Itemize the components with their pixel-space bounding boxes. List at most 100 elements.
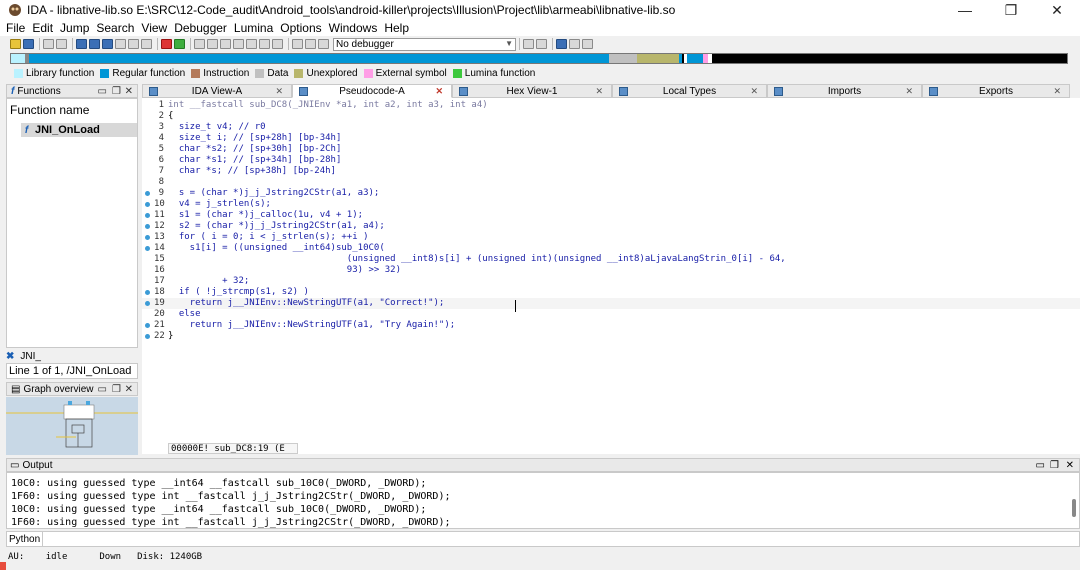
- text-icon[interactable]: [141, 39, 152, 49]
- output-scrollbar[interactable]: [1072, 499, 1076, 517]
- menu-view[interactable]: View: [141, 21, 167, 35]
- tab-close-icon[interactable]: ✕: [750, 86, 758, 97]
- jump-icon[interactable]: [128, 39, 139, 49]
- code-line[interactable]: 6 char *s1; // [sp+34h] [bp-28h]: [142, 155, 1080, 166]
- back-arrow-icon[interactable]: [43, 39, 54, 49]
- play-icon[interactable]: [292, 39, 303, 49]
- debugger-select[interactable]: No debugger ▼: [333, 37, 516, 51]
- close-icon[interactable]: ✕: [125, 86, 133, 97]
- xref-icon[interactable]: [220, 39, 231, 49]
- maximize-button[interactable]: ❐: [988, 0, 1034, 20]
- tab-close-icon[interactable]: ✕: [905, 86, 913, 97]
- stop-icon[interactable]: [318, 39, 329, 49]
- breakpoint-dot[interactable]: [145, 323, 150, 328]
- pause-icon[interactable]: [305, 39, 316, 49]
- python-button[interactable]: Python: [7, 532, 43, 546]
- print-icon[interactable]: [115, 39, 126, 49]
- menu-lumina[interactable]: Lumina: [234, 21, 273, 35]
- pseudocode-view[interactable]: 1 int __fastcall sub_DC8(_JNIEnv *a1, int…: [142, 98, 1080, 454]
- restore-icon[interactable]: ❐: [112, 384, 121, 395]
- binoculars-icon[interactable]: [76, 39, 87, 49]
- menu-options[interactable]: Options: [280, 21, 321, 35]
- menu-file[interactable]: File: [6, 21, 25, 35]
- list-icon[interactable]: [556, 39, 567, 49]
- menu-edit[interactable]: Edit: [32, 21, 53, 35]
- breakpoint-dot[interactable]: [145, 334, 150, 339]
- breakpoint-icon[interactable]: [161, 39, 172, 49]
- code-line[interactable]: 14 s1[i] = ((unsigned __int64)sub_10C0(: [142, 243, 1080, 254]
- menu-debugger[interactable]: Debugger: [174, 21, 227, 35]
- code-line[interactable]: 20 else: [142, 309, 1080, 320]
- tab-ida-view-a[interactable]: IDA View-A ✕: [142, 84, 292, 98]
- tab-close-icon[interactable]: ✕: [275, 86, 283, 97]
- code-line[interactable]: 12 s2 = (char *)j_j_Jstring2CStr(a1, a4)…: [142, 221, 1080, 232]
- code-line[interactable]: 3 size_t v4; // r0: [142, 122, 1080, 133]
- graph-overview[interactable]: [6, 397, 138, 455]
- struct-icon[interactable]: [259, 39, 270, 49]
- menu-help[interactable]: Help: [384, 21, 409, 35]
- save-icon[interactable]: [23, 39, 34, 49]
- code-line[interactable]: 4 size_t i; // [sp+28h] [bp-34h]: [142, 133, 1080, 144]
- open-file-icon[interactable]: [10, 39, 21, 49]
- float-icon[interactable]: ▭: [1036, 460, 1045, 471]
- code-line[interactable]: 15 (unsigned __int8)s[i] + (unsigned int…: [142, 254, 1080, 265]
- enum-icon[interactable]: [272, 39, 283, 49]
- tab-close-icon[interactable]: ✕: [1053, 86, 1061, 97]
- function-filter[interactable]: ✖ JNI_: [6, 350, 138, 362]
- breakpoint-dot[interactable]: [145, 290, 150, 295]
- close-icon[interactable]: ✕: [125, 384, 133, 395]
- code-line[interactable]: 1 int __fastcall sub_DC8(_JNIEnv *a1, int…: [142, 100, 1080, 111]
- float-icon[interactable]: ▭: [98, 384, 107, 395]
- float-icon[interactable]: ▭: [98, 86, 107, 97]
- code-line[interactable]: 18 if ( !j_strcmp(s1, s2) ): [142, 287, 1080, 298]
- code-line[interactable]: 22}: [142, 331, 1080, 342]
- flowchart-icon[interactable]: [207, 39, 218, 49]
- code-line[interactable]: 2{: [142, 111, 1080, 122]
- code-line[interactable]: 10 v4 = j_strlen(s);: [142, 199, 1080, 210]
- close-icon[interactable]: ✕: [1066, 460, 1074, 471]
- code-line-current[interactable]: 19 return j__JNIEnv::NewStringUTF(a1, "C…: [142, 298, 1080, 309]
- tab-exports[interactable]: Exports ✕: [922, 84, 1070, 98]
- tab-imports[interactable]: Imports ✕: [767, 84, 922, 98]
- function-row[interactable]: f JNI_OnLoad: [21, 123, 137, 137]
- code-line[interactable]: 5 char *s2; // [sp+30h] [bp-2Ch]: [142, 144, 1080, 155]
- detach-icon[interactable]: [536, 39, 547, 49]
- list-indent-icon[interactable]: [569, 39, 580, 49]
- breakpoint-dot[interactable]: [145, 202, 150, 207]
- python-console[interactable]: Python: [6, 531, 1080, 547]
- search-binary-icon[interactable]: [102, 39, 113, 49]
- tab-local-types[interactable]: Local Types ✕: [612, 84, 767, 98]
- list-outdent-icon[interactable]: [582, 39, 593, 49]
- tab-pseudocode-a[interactable]: Pseudocode-A ✕: [292, 84, 452, 98]
- output-log[interactable]: 10C0: using guessed type __int64 __fastc…: [6, 472, 1080, 529]
- code-line[interactable]: 21 return j__JNIEnv::NewStringUTF(a1, "T…: [142, 320, 1080, 331]
- code-line[interactable]: 7 char *s; // [sp+38h] [bp-24h]: [142, 166, 1080, 177]
- breakpoint-dot[interactable]: [145, 224, 150, 229]
- function-name-header[interactable]: Function name: [7, 103, 89, 117]
- tab-close-icon[interactable]: ✕: [595, 86, 603, 97]
- code-line[interactable]: 17 + 32;: [142, 276, 1080, 287]
- tab-close-icon[interactable]: ✕: [435, 86, 443, 97]
- breakpoint-dot[interactable]: [145, 213, 150, 218]
- breakpoint-dot[interactable]: [145, 301, 150, 306]
- forward-arrow-icon[interactable]: [56, 39, 67, 49]
- graph-icon[interactable]: [194, 39, 205, 49]
- breakpoint-dot[interactable]: [145, 235, 150, 240]
- calls-icon[interactable]: [233, 39, 244, 49]
- restore-icon[interactable]: ❐: [1050, 460, 1059, 471]
- code-line[interactable]: 13 for ( i = 0; i < j_strlen(s); ++i ): [142, 232, 1080, 243]
- menu-jump[interactable]: Jump: [60, 21, 89, 35]
- breakpoint-dot[interactable]: [145, 246, 150, 251]
- tab-hex-view-1[interactable]: Hex View-1 ✕: [452, 84, 612, 98]
- search-text-icon[interactable]: [89, 39, 100, 49]
- attach-icon[interactable]: [523, 39, 534, 49]
- code-line[interactable]: 9 s = (char *)j_j_Jstring2CStr(a1, a3);: [142, 188, 1080, 199]
- close-button[interactable]: ✕: [1034, 0, 1080, 20]
- menu-windows[interactable]: Windows: [329, 21, 378, 35]
- filter-close-icon[interactable]: ✖: [6, 351, 14, 362]
- navigation-band[interactable]: [10, 53, 1068, 64]
- code-line[interactable]: 11 s1 = (char *)j_calloc(1u, v4 + 1);: [142, 210, 1080, 221]
- minimize-button[interactable]: —: [942, 0, 988, 20]
- code-line[interactable]: 16 93) >> 32): [142, 265, 1080, 276]
- stack-icon[interactable]: [246, 39, 257, 49]
